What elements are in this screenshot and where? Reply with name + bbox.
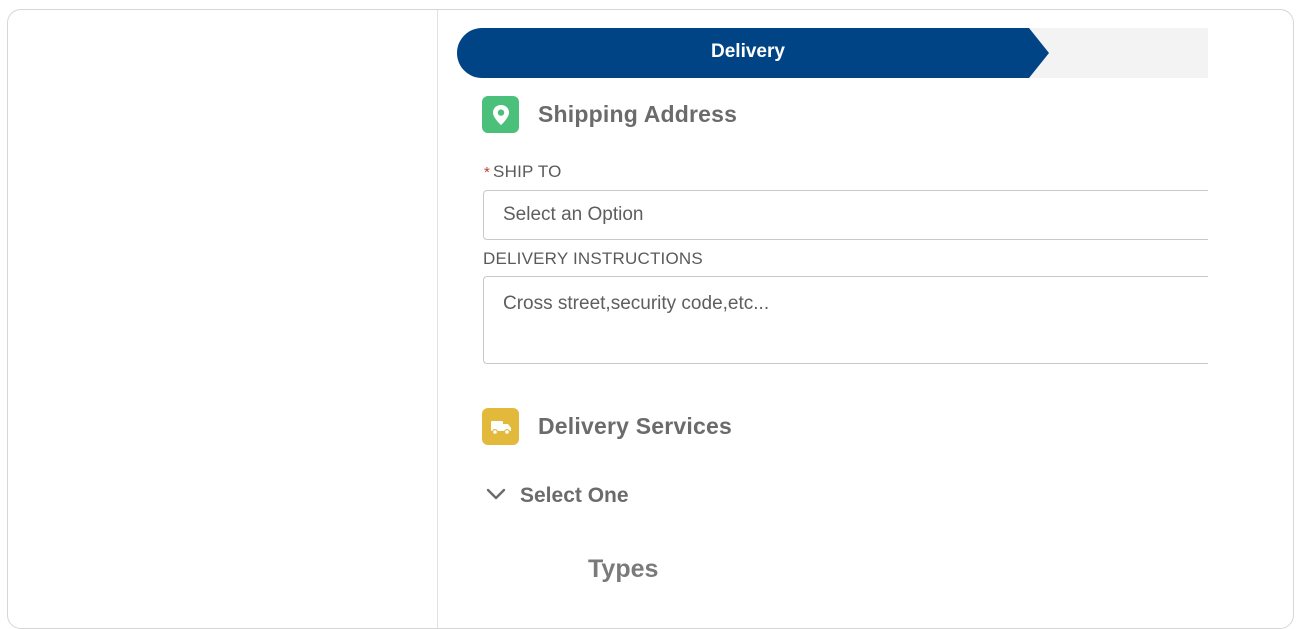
select-one-label: Select One (520, 484, 629, 507)
ship-to-value: Select an Option (503, 204, 644, 225)
checkout-content: Delivery Shipping Address * SHIP TO Selec… (438, 10, 1208, 628)
delivery-instructions-textarea[interactable]: Cross street,security code,etc... (483, 276, 1208, 364)
map-pin-icon (482, 96, 519, 133)
ship-to-select[interactable]: Select an Option (483, 190, 1208, 240)
app-frame: Delivery Shipping Address * SHIP TO Selec… (7, 9, 1294, 629)
select-one-toggle[interactable]: Select One (486, 484, 629, 508)
path-step-delivery[interactable]: Delivery (457, 28, 1049, 78)
truck-icon (482, 408, 519, 445)
shipping-address-header: Shipping Address (482, 96, 737, 133)
types-heading: Types (588, 555, 659, 583)
left-panel (8, 10, 437, 628)
shipping-address-title: Shipping Address (538, 101, 738, 127)
path-step-label: Delivery (711, 41, 785, 62)
delivery-instructions-label: DELIVERY INSTRUCTIONS (483, 249, 703, 268)
delivery-services-title: Delivery Services (538, 413, 732, 439)
required-indicator: * (484, 164, 491, 181)
chevron-down-icon (486, 487, 506, 506)
delivery-instructions-placeholder: Cross street,security code,etc... (503, 293, 770, 314)
delivery-services-header: Delivery Services (482, 408, 732, 445)
ship-to-label: SHIP TO (493, 162, 562, 181)
ship-to-label-group: * SHIP TO (484, 162, 562, 182)
progress-path: Delivery (457, 28, 1208, 78)
